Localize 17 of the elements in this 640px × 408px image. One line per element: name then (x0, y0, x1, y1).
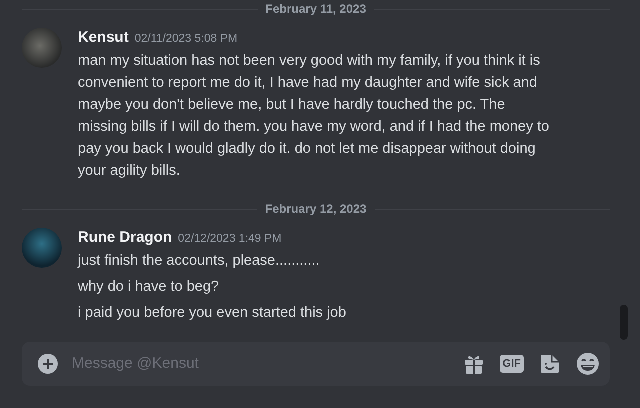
timestamp: 02/11/2023 5:08 PM (134, 33, 238, 45)
emoji-icon[interactable] (576, 352, 600, 376)
date-divider-label: February 11, 2023 (266, 1, 366, 18)
avatar-image[interactable] (22, 228, 62, 268)
message-text: why do i have to beg? (78, 278, 220, 297)
username[interactable]: Rune Dragon (78, 229, 172, 246)
timestamp: 02/12/2023 1:49 PM (178, 233, 282, 245)
gif-button[interactable]: GIF (500, 355, 524, 373)
message-text: man my situation has not been very good with my family, if you think it is convenient to report me do it, I have had my daughter and wife sick and maybe you don't believe me, but I have hardly touched the pc. The missing bills if I will do them. you have my word, and if I had the money to pay you back I would gladly do it. do not let me disappear without doing your agility bills. (78, 52, 550, 181)
message-text: i paid you before you even started this job (78, 304, 346, 323)
date-divider-label: February 12, 2023 (265, 201, 367, 218)
message-text: just finish the accounts, please........... (78, 252, 321, 271)
sticker-icon[interactable] (538, 352, 562, 376)
message-input-field[interactable]: Message @Kensut GIF (22, 342, 610, 386)
add-icon[interactable] (38, 354, 58, 374)
username[interactable]: Kensut (78, 29, 129, 46)
scrollbar-thumb[interactable] (620, 305, 628, 340)
